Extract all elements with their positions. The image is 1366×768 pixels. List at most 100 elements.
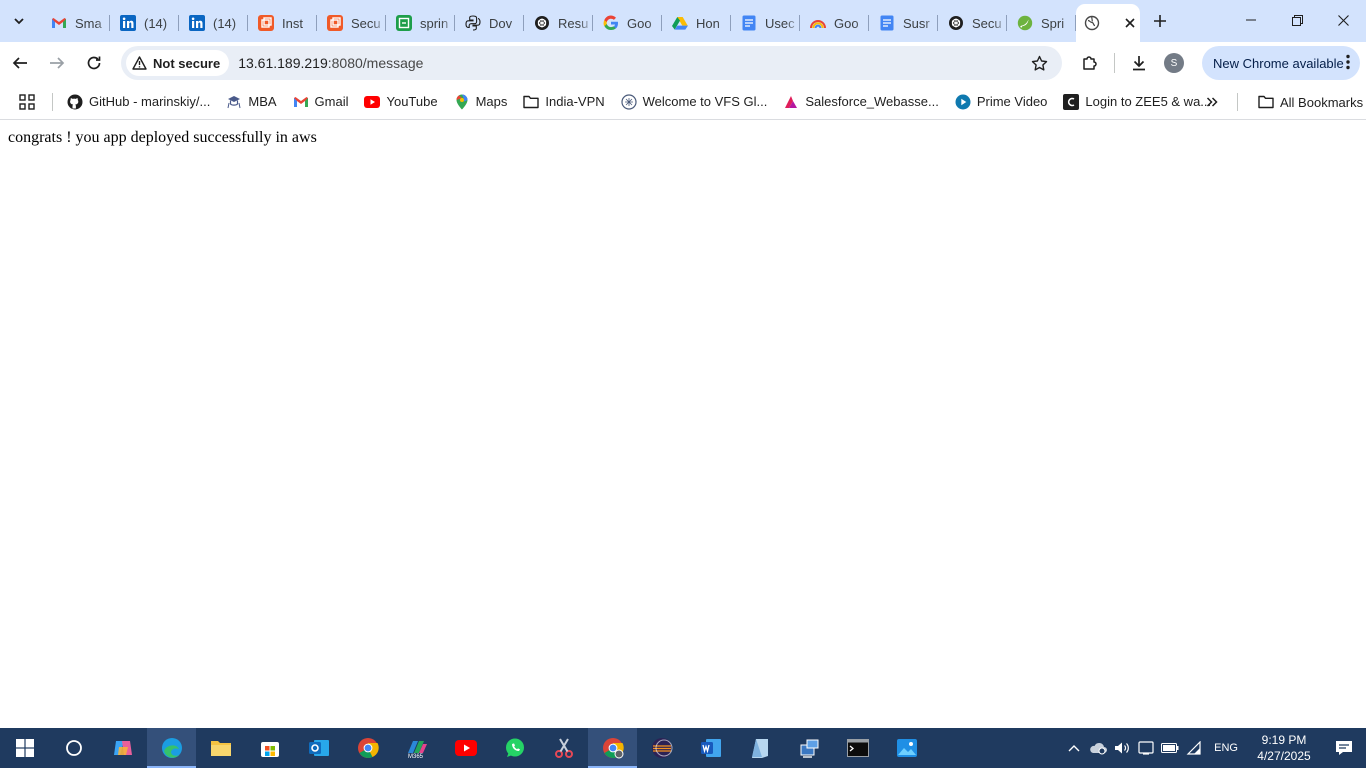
taskbar-snipping-tool[interactable] [539, 728, 588, 768]
tab[interactable]: Hon [662, 6, 731, 40]
tab[interactable]: Secu [317, 6, 386, 40]
gmail-icon [51, 15, 67, 31]
apps-grid-button[interactable] [17, 92, 37, 112]
tab[interactable]: Inst [248, 6, 317, 40]
bookmark-item[interactable]: Prime Video [947, 88, 1056, 116]
bookmark-label: Salesforce_Webasse... [805, 94, 939, 109]
show-hidden-icons-button[interactable] [1062, 728, 1086, 768]
tab[interactable]: Goo [593, 6, 662, 40]
tab-search-button[interactable] [5, 7, 33, 35]
address-bar[interactable]: Not secure 13.61.189.219:8080/message [121, 46, 1062, 80]
url-path: :8080/message [327, 55, 424, 71]
bookmark-item[interactable]: MBA [218, 88, 284, 116]
restore-button[interactable] [1274, 0, 1320, 40]
more-menu-icon[interactable] [1346, 54, 1350, 73]
taskbar-terminal[interactable] [833, 728, 882, 768]
taskbar-file-explorer[interactable] [196, 728, 245, 768]
new-tab-button[interactable] [1146, 7, 1174, 35]
forward-button[interactable] [40, 46, 74, 80]
tab[interactable]: Dov [455, 6, 524, 40]
taskbar-word[interactable] [686, 728, 735, 768]
restore-icon [1291, 14, 1303, 26]
bookmark-item[interactable]: Welcome to VFS Gl... [613, 88, 776, 116]
back-button[interactable] [3, 46, 37, 80]
bookmark-label: MBA [248, 94, 277, 109]
terminal-icon [846, 739, 869, 757]
tab[interactable]: Spri [1007, 6, 1076, 40]
taskbar-whatsapp[interactable] [490, 728, 539, 768]
tab[interactable]: Susr [869, 6, 938, 40]
taskbar-youtube[interactable] [441, 728, 490, 768]
taskbar-edge[interactable] [147, 728, 196, 768]
apps-grid-icon [19, 93, 35, 110]
minimize-button[interactable] [1228, 0, 1274, 40]
whatsapp-icon [505, 738, 524, 757]
bookmark-item[interactable]: India-VPN [515, 88, 612, 116]
close-window-button[interactable] [1320, 0, 1366, 40]
taskbar-m365[interactable]: M365 [392, 728, 441, 768]
active-tab[interactable] [1076, 4, 1140, 42]
taskbar-photos[interactable] [882, 728, 931, 768]
close-tab-icon[interactable] [1122, 15, 1138, 31]
tab[interactable]: Secu [938, 6, 1007, 40]
bookmark-item[interactable]: Login to ZEE5 & wa... [1055, 88, 1219, 116]
onedrive-icon[interactable] [1086, 728, 1110, 768]
url-host: 13.61.189.219 [238, 55, 328, 71]
tab[interactable]: sprin [386, 6, 455, 40]
search-button[interactable] [49, 728, 98, 768]
volume-icon[interactable] [1110, 728, 1134, 768]
notepad-icon [751, 739, 768, 758]
security-indicator[interactable]: Not secure [126, 50, 230, 76]
openai-icon [534, 15, 550, 31]
taskbar-copilot[interactable] [98, 728, 147, 768]
bookmark-label: Welcome to VFS Gl... [642, 94, 768, 109]
tab[interactable]: Sma [41, 6, 110, 40]
taskbar-remote-desktop[interactable] [784, 728, 833, 768]
bookmark-item[interactable]: Salesforce_Webasse... [775, 88, 946, 116]
taskbar-store[interactable] [245, 728, 294, 768]
chevron-up-icon [1068, 745, 1080, 752]
orange-square-icon [327, 15, 343, 31]
tab[interactable]: (14) [110, 6, 179, 40]
network-icon[interactable] [1134, 728, 1158, 768]
clock[interactable]: 9:19 PM 4/27/2025 [1246, 732, 1322, 764]
tab[interactable]: Usec [731, 6, 800, 40]
chrome-update-button[interactable]: New Chrome available [1202, 46, 1360, 80]
language-indicator[interactable]: ENG [1206, 742, 1246, 754]
taskbar-notepad[interactable] [735, 728, 784, 768]
reload-button[interactable] [77, 46, 111, 80]
notifications-button[interactable] [1322, 728, 1366, 768]
tab-title: Susr [903, 15, 930, 31]
bookmark-item[interactable]: YouTube [356, 88, 445, 116]
tab[interactable]: Goo [800, 6, 869, 40]
taskbar-outlook[interactable] [294, 728, 343, 768]
vfs-icon [621, 93, 637, 110]
window-controls [1228, 0, 1366, 40]
bookmark-item[interactable]: GitHub - marinskiy/... [59, 88, 218, 116]
windows-taskbar: M365 ENG 9:19 PM 4/27/2025 [0, 728, 1366, 768]
bookmark-star-button[interactable] [1030, 54, 1048, 72]
scissors-icon [554, 738, 573, 758]
svg-text:M365: M365 [408, 754, 424, 759]
taskbar-chrome[interactable] [343, 728, 392, 768]
double-chevron-right-icon [1206, 97, 1218, 107]
url-text[interactable]: 13.61.189.219:8080/message [238, 55, 423, 71]
downloads-button[interactable] [1122, 46, 1156, 80]
all-bookmarks-button[interactable]: All Bookmarks [1250, 88, 1366, 116]
profile-avatar[interactable]: S [1164, 53, 1184, 73]
chrome-icon [357, 738, 379, 758]
wifi-icon[interactable] [1182, 728, 1206, 768]
linkedin-icon [120, 15, 136, 31]
globe-icon [1084, 15, 1100, 31]
extensions-button[interactable] [1073, 46, 1107, 80]
tab-strip: Sma (14) (14) Inst Secu sprin Dov Resu Goo Hon Use… [0, 0, 1366, 42]
bookmark-item[interactable]: Gmail [285, 88, 357, 116]
taskbar-chrome-profile[interactable] [588, 728, 637, 768]
start-button[interactable] [0, 728, 49, 768]
tab[interactable]: Resu [524, 6, 593, 40]
bookmark-item[interactable]: Maps [446, 88, 516, 116]
battery-icon[interactable] [1158, 728, 1182, 768]
more-bookmarks-button[interactable] [1201, 91, 1223, 113]
tab[interactable]: (14) [179, 6, 248, 40]
taskbar-eclipse[interactable] [637, 728, 686, 768]
